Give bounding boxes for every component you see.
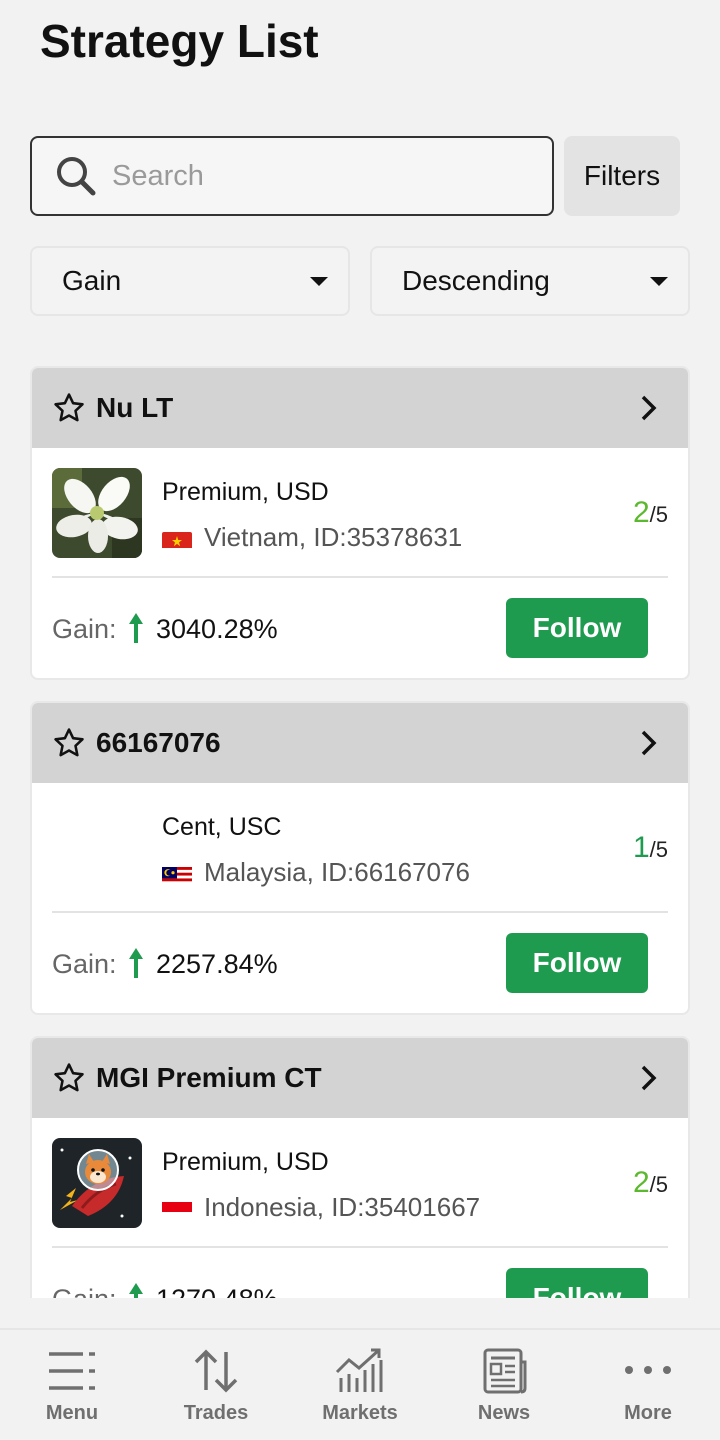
follow-button[interactable]: Follow (506, 1268, 648, 1298)
nav-more[interactable]: More (576, 1330, 720, 1440)
star-icon[interactable] (52, 391, 86, 425)
strategy-list[interactable]: Nu LT Premium, USD Vietnam, ID:35378631 … (0, 366, 720, 1298)
nav-menu[interactable]: Menu (0, 1330, 144, 1440)
strategy-avatar (52, 1138, 142, 1228)
caret-down-icon (310, 276, 328, 286)
account-location: Vietnam, ID:35378631 (204, 522, 463, 552)
nav-label: More (624, 1402, 672, 1424)
markets-icon (335, 1348, 383, 1392)
sort-order-value: Descending (402, 265, 550, 296)
rating-value: 1 (632, 831, 650, 864)
rating-max: /5 (649, 837, 668, 862)
vietnam-flag-icon (162, 528, 192, 548)
sort-field-select[interactable]: Gain (30, 246, 350, 316)
caret-down-icon (650, 276, 668, 286)
account-type: Cent, USC (162, 813, 282, 841)
gain-value: 1270.48% (156, 1284, 278, 1298)
strategy-card-header[interactable]: MGI Premium CT (32, 1038, 688, 1118)
malaysia-flag-icon (162, 863, 192, 883)
nav-markets[interactable]: Markets (288, 1330, 432, 1440)
bottom-nav: Menu Trades Markets News More (0, 1328, 720, 1440)
nav-trades[interactable]: Trades (144, 1330, 288, 1440)
search-input[interactable] (112, 159, 512, 193)
rating-value: 2 (632, 496, 650, 529)
gain-label: Gain: (52, 614, 117, 644)
gain-value: 2257.84% (156, 949, 278, 979)
strategy-name: MGI Premium CT (96, 1062, 322, 1093)
news-icon (483, 1348, 527, 1394)
gain-label: Gain: (52, 1284, 117, 1298)
strategy-rating: 1/5 (633, 831, 668, 865)
shiba-rocket-image (52, 1138, 142, 1228)
strategy-card: Nu LT Premium, USD Vietnam, ID:35378631 … (30, 366, 690, 680)
account-type: Premium, USD (162, 1148, 329, 1176)
page-title: Strategy List (40, 15, 319, 67)
trades-icon (194, 1349, 238, 1393)
arrow-up-icon (129, 948, 143, 978)
nav-news[interactable]: News (432, 1330, 576, 1440)
arrow-up-icon (129, 1283, 143, 1298)
strategy-card: MGI Premium CT Premium, USD Indonesia, I… (30, 1036, 690, 1298)
rating-value: 2 (632, 1166, 650, 1199)
rating-max: /5 (649, 502, 668, 527)
strategy-card: 66167076 Cent, USC Malaysia, ID:66167076… (30, 701, 690, 1015)
nav-label: Menu (45, 1402, 99, 1424)
filters-button[interactable]: Filters (564, 136, 680, 216)
chevron-right-icon (641, 1065, 657, 1091)
nav-label: News (477, 1402, 531, 1424)
strategy-name: 66167076 (96, 727, 221, 758)
strategy-rating: 2/5 (633, 1166, 668, 1200)
lily-flower-image (52, 468, 142, 558)
gain-value: 3040.28% (156, 614, 278, 644)
arrow-up-icon (129, 613, 143, 643)
star-icon[interactable] (52, 1061, 86, 1095)
nav-label: Markets (322, 1402, 398, 1424)
strategy-rating: 2/5 (633, 496, 668, 530)
gain-label: Gain: (52, 949, 117, 979)
strategy-name: Nu LT (96, 392, 174, 423)
strategy-card-header[interactable]: 66167076 (32, 703, 688, 783)
search-box[interactable] (30, 136, 554, 216)
nav-label: Trades (183, 1402, 249, 1424)
account-location: Malaysia, ID:66167076 (204, 857, 470, 887)
account-location: Indonesia, ID:35401667 (204, 1192, 481, 1222)
star-icon[interactable] (52, 726, 86, 760)
sort-field-value: Gain (62, 265, 122, 296)
chevron-right-icon (641, 730, 657, 756)
sort-order-select[interactable]: Descending (370, 246, 690, 316)
chevron-right-icon (641, 395, 657, 421)
strategy-card-header[interactable]: Nu LT (32, 368, 688, 448)
search-icon (57, 157, 96, 196)
rating-max: /5 (649, 1172, 668, 1197)
menu-icon (49, 1352, 95, 1390)
indonesia-flag-icon (162, 1198, 192, 1218)
follow-button[interactable]: Follow (506, 598, 648, 658)
more-icon (625, 1366, 671, 1374)
strategy-avatar (52, 468, 142, 558)
account-type: Premium, USD (162, 478, 329, 506)
follow-button[interactable]: Follow (506, 933, 648, 993)
